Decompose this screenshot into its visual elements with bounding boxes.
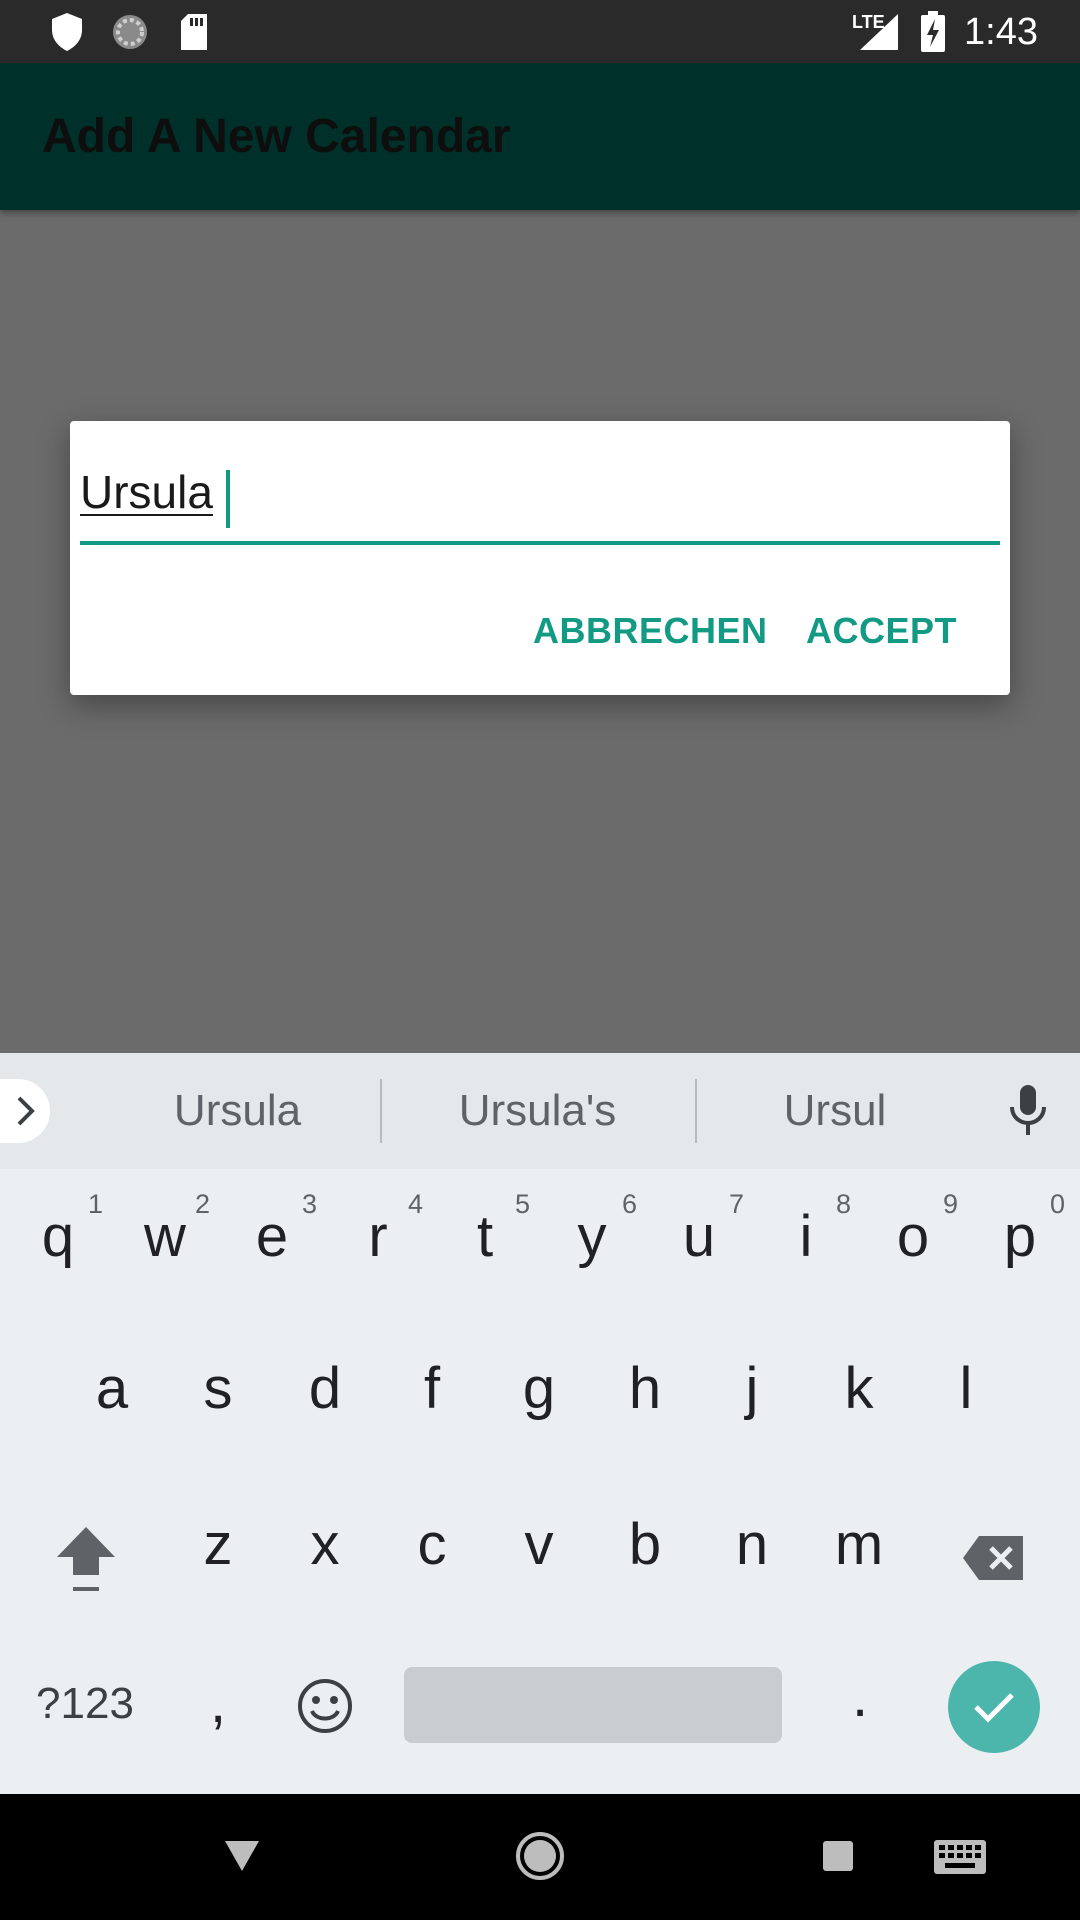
key-s[interactable]: s [188, 1355, 248, 1435]
key-z[interactable]: z [178, 1511, 258, 1591]
new-calendar-dialog: Ursula ABBRECHEN ACCEPT [70, 421, 1010, 695]
key-hint: 1 [88, 1189, 104, 1219]
key-hint: 3 [302, 1189, 318, 1219]
key-j[interactable]: j [722, 1355, 782, 1435]
expand-suggestions-button[interactable] [0, 1079, 50, 1143]
suggestion-item[interactable]: Ursul [715, 1053, 955, 1169]
status-time: 1:43 [964, 11, 1038, 53]
key-hint: 4 [408, 1189, 424, 1219]
network-type-label: LTE [852, 12, 885, 32]
key-o[interactable]: o [883, 1203, 943, 1283]
key-hint: 2 [195, 1189, 211, 1219]
key-l[interactable]: l [936, 1355, 996, 1435]
key-b[interactable]: b [605, 1511, 685, 1591]
shift-key[interactable] [48, 1523, 124, 1603]
period-key[interactable]: . [840, 1663, 880, 1733]
key-c[interactable]: c [392, 1511, 472, 1591]
calendar-name-value: Ursula [80, 466, 213, 518]
key-k[interactable]: k [829, 1355, 889, 1435]
suggestion-divider [695, 1079, 697, 1143]
suggestion-item[interactable]: Ursula's [400, 1053, 675, 1169]
shift-icon [57, 1527, 115, 1591]
sync-icon [110, 12, 150, 52]
key-e[interactable]: e [242, 1203, 302, 1283]
back-icon[interactable] [220, 1834, 264, 1878]
key-q[interactable]: q [28, 1203, 88, 1283]
home-icon[interactable] [514, 1830, 566, 1882]
chevron-right-icon [17, 1096, 35, 1126]
key-u[interactable]: u [669, 1203, 729, 1283]
key-n[interactable]: n [712, 1511, 792, 1591]
key-hint: 6 [622, 1189, 638, 1219]
recents-icon[interactable] [820, 1838, 856, 1874]
checkmark-icon [974, 1693, 1014, 1723]
emoji-key[interactable] [296, 1677, 354, 1735]
key-w[interactable]: w [135, 1203, 195, 1283]
key-a[interactable]: a [82, 1355, 142, 1435]
navigation-bar [0, 1794, 1080, 1920]
suggestion-item[interactable]: Ursula [110, 1053, 365, 1169]
space-key[interactable] [404, 1667, 782, 1743]
suggestion-strip: Ursula Ursula's Ursul [0, 1053, 1080, 1169]
page-title: Add A New Calendar [42, 110, 511, 163]
soft-keyboard: Ursula Ursula's Ursul q1 w2 e3r4 t5 y6 u7 i8 o9… [0, 1053, 1080, 1794]
app-bar: Add A New Calendar [0, 63, 1080, 210]
shield-icon [50, 12, 84, 52]
signal-icon: LTE [852, 12, 900, 52]
key-hint: 9 [943, 1189, 959, 1219]
key-f[interactable]: f [402, 1355, 462, 1435]
status-bar: LTE 1:43 [0, 0, 1080, 63]
cancel-button[interactable]: ABBRECHEN [533, 591, 768, 671]
key-m[interactable]: m [819, 1511, 899, 1591]
key-i[interactable]: i [776, 1203, 836, 1283]
backspace-icon [963, 1536, 1023, 1580]
key-x[interactable]: x [285, 1511, 365, 1591]
symbols-key[interactable]: ?123 [30, 1679, 140, 1739]
key-hint: 0 [1050, 1189, 1066, 1219]
battery-charging-icon [920, 11, 946, 52]
key-t[interactable]: t [455, 1203, 515, 1283]
key-v[interactable]: v [499, 1511, 579, 1591]
key-g[interactable]: g [509, 1355, 569, 1435]
microphone-icon[interactable] [1004, 1083, 1052, 1144]
key-p[interactable]: p [990, 1203, 1050, 1283]
accept-button[interactable]: ACCEPT [806, 591, 957, 671]
key-hint: 7 [729, 1189, 745, 1219]
comma-key[interactable]: , [198, 1669, 238, 1739]
backspace-key[interactable] [958, 1529, 1030, 1589]
keyboard-icon[interactable] [932, 1838, 988, 1876]
key-hint: 5 [515, 1189, 531, 1219]
key-d[interactable]: d [295, 1355, 355, 1435]
done-key[interactable] [948, 1661, 1040, 1753]
key-hint: 8 [836, 1189, 852, 1219]
sd-card-icon [178, 12, 210, 52]
suggestion-divider [380, 1079, 382, 1143]
emoji-icon [298, 1679, 352, 1733]
key-h[interactable]: h [615, 1355, 675, 1435]
text-caret [226, 470, 230, 528]
key-r[interactable]: r [348, 1203, 408, 1283]
calendar-name-input[interactable]: Ursula [80, 445, 1000, 545]
key-y[interactable]: y [562, 1203, 622, 1283]
